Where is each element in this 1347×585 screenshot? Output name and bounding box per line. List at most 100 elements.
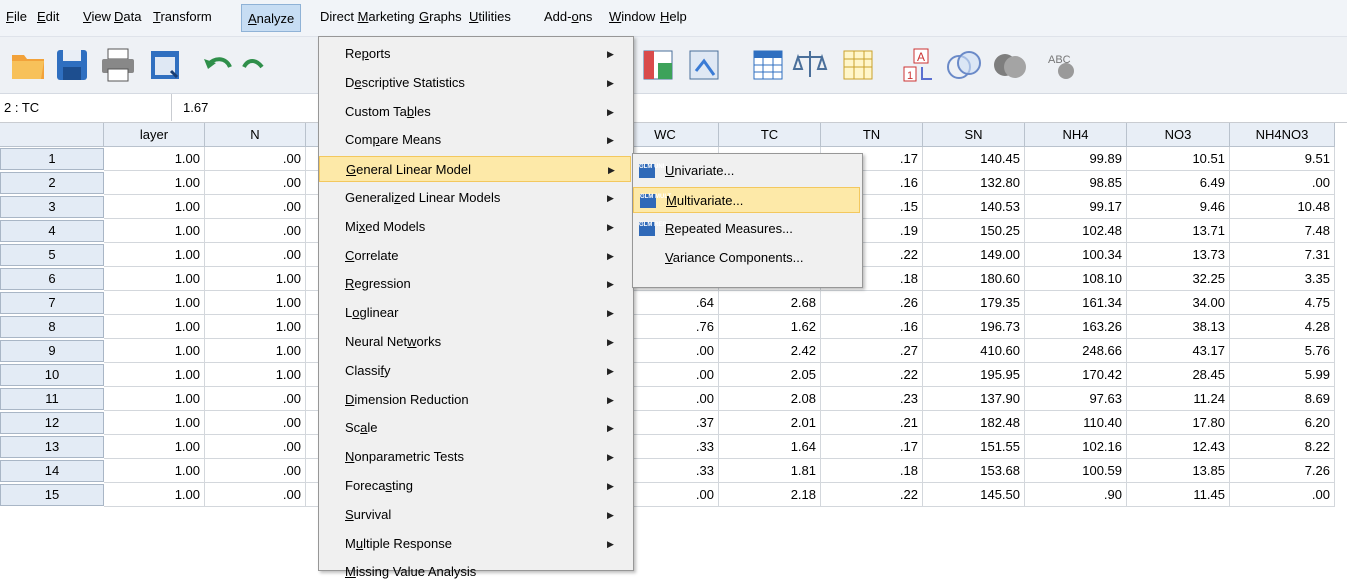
table-cell[interactable]: 4.28 [1230,315,1335,339]
table-cell[interactable]: 2.68 [719,291,821,315]
table-cell[interactable]: 153.68 [923,459,1025,483]
table-cell[interactable]: 13.85 [1127,459,1230,483]
menu-data[interactable]: Data [114,9,141,24]
table-cell[interactable]: 17.80 [1127,411,1230,435]
table-cell[interactable]: .00 [205,411,306,435]
table-cell[interactable]: .00 [205,147,306,171]
row-header[interactable]: 3 [0,196,104,218]
column-header-no3[interactable]: NO3 [1127,123,1230,147]
analyze-menu-item[interactable]: Custom Tables ▶ [319,99,631,125]
table-cell[interactable]: 1.00 [104,363,205,387]
table-cell[interactable]: .17 [821,435,923,459]
menu-file[interactable]: File [6,9,27,24]
table-cell[interactable]: 1.00 [104,147,205,171]
table-cell[interactable]: .27 [821,339,923,363]
table-cell[interactable]: 195.95 [923,363,1025,387]
table-cell[interactable]: 12.43 [1127,435,1230,459]
row-header[interactable]: 15 [0,484,104,506]
analyze-menu-item[interactable]: Scale ▶ [319,415,631,441]
table-cell[interactable]: 102.48 [1025,219,1127,243]
table-cell[interactable]: .00 [205,483,306,507]
menu-edit[interactable]: Edit [37,9,59,24]
analyze-menu-item[interactable]: Neural Networks ▶ [319,329,631,355]
table-cell[interactable]: .23 [821,387,923,411]
table-cell[interactable]: 1.00 [205,315,306,339]
table-cell[interactable]: 1.00 [205,267,306,291]
table-cell[interactable]: 98.85 [1025,171,1127,195]
table-cell[interactable]: .00 [205,459,306,483]
table-cell[interactable]: 43.17 [1127,339,1230,363]
table-cell[interactable]: 1.62 [719,315,821,339]
column-header-nh4[interactable]: NH4 [1025,123,1127,147]
table-cell[interactable]: .22 [821,483,923,507]
table-cell[interactable]: 32.25 [1127,267,1230,291]
table-cell[interactable]: 1.64 [719,435,821,459]
table-cell[interactable]: 11.45 [1127,483,1230,507]
table-cell[interactable]: 7.26 [1230,459,1335,483]
open-folder-icon[interactable] [8,45,48,85]
table-cell[interactable]: 100.59 [1025,459,1127,483]
table-cell[interactable]: 1.00 [104,411,205,435]
table-cell[interactable]: 1.00 [104,339,205,363]
row-header[interactable]: 11 [0,388,104,410]
table-cell[interactable]: .22 [821,363,923,387]
table-cell[interactable]: 100.34 [1025,243,1127,267]
table-cell[interactable]: 99.89 [1025,147,1127,171]
dialog-recall-icon[interactable] [145,45,185,85]
menu-graphs[interactable]: Graphs [419,9,462,24]
print-icon[interactable] [98,45,138,85]
column-header-n[interactable]: N [205,123,306,147]
save-icon[interactable] [52,45,92,85]
menu-add-ons[interactable]: Add-ons [544,9,592,24]
table-cell[interactable]: 410.60 [923,339,1025,363]
table-cell[interactable]: 151.55 [923,435,1025,459]
table-cell[interactable]: .00 [205,171,306,195]
variables-icon[interactable] [748,45,788,85]
table-cell[interactable]: .00 [205,195,306,219]
table-cell[interactable]: .00 [1230,171,1335,195]
table-cell[interactable]: 28.45 [1127,363,1230,387]
table-cell[interactable]: .21 [821,411,923,435]
table-cell[interactable]: 1.00 [205,363,306,387]
table-cell[interactable]: 145.50 [923,483,1025,507]
redo-icon[interactable] [240,45,264,85]
table-cell[interactable]: .00 [205,435,306,459]
table-cell[interactable]: 9.51 [1230,147,1335,171]
table-cell[interactable]: 2.05 [719,363,821,387]
glm-submenu-item[interactable]: GLM MULT Multivariate... [633,187,860,213]
analyze-menu-item[interactable]: Forecasting ▶ [319,473,631,499]
table-cell[interactable]: 11.24 [1127,387,1230,411]
analyze-menu-item[interactable]: Descriptive Statistics ▶ [319,70,631,96]
analyze-menu-item[interactable]: Mixed Models ▶ [319,214,631,240]
table-cell[interactable]: 163.26 [1025,315,1127,339]
row-header[interactable]: 4 [0,220,104,242]
menu-window[interactable]: Window [609,9,655,24]
table-cell[interactable]: 196.73 [923,315,1025,339]
split-file-icon[interactable] [838,45,878,85]
analyze-menu-item[interactable]: Generalized Linear Models ▶ [319,185,631,211]
table-cell[interactable]: 248.66 [1025,339,1127,363]
table-cell[interactable]: 1.00 [104,195,205,219]
table-cell[interactable]: 102.16 [1025,435,1127,459]
table-cell[interactable]: 150.25 [923,219,1025,243]
row-header[interactable]: 13 [0,436,104,458]
column-header-layer[interactable]: layer [104,123,205,147]
row-header[interactable]: 5 [0,244,104,266]
column-header-nh4no3[interactable]: NH4NO3 [1230,123,1335,147]
table-cell[interactable]: 1.00 [104,435,205,459]
table-cell[interactable]: 9.46 [1127,195,1230,219]
table-cell[interactable]: 99.17 [1025,195,1127,219]
table-cell[interactable]: .00 [205,219,306,243]
table-cell[interactable]: 1.00 [104,243,205,267]
table-cell[interactable]: 1.00 [104,219,205,243]
table-cell[interactable]: 182.48 [923,411,1025,435]
use-sets-icon[interactable] [944,45,984,85]
row-header[interactable]: 9 [0,340,104,362]
weight-cases-icon[interactable] [790,45,830,85]
table-cell[interactable]: 5.76 [1230,339,1335,363]
table-cell[interactable]: 1.00 [104,291,205,315]
table-cell[interactable]: 7.31 [1230,243,1335,267]
table-cell[interactable]: 108.10 [1025,267,1127,291]
table-cell[interactable]: 1.00 [104,459,205,483]
menu-utilities[interactable]: Utilities [469,9,511,24]
